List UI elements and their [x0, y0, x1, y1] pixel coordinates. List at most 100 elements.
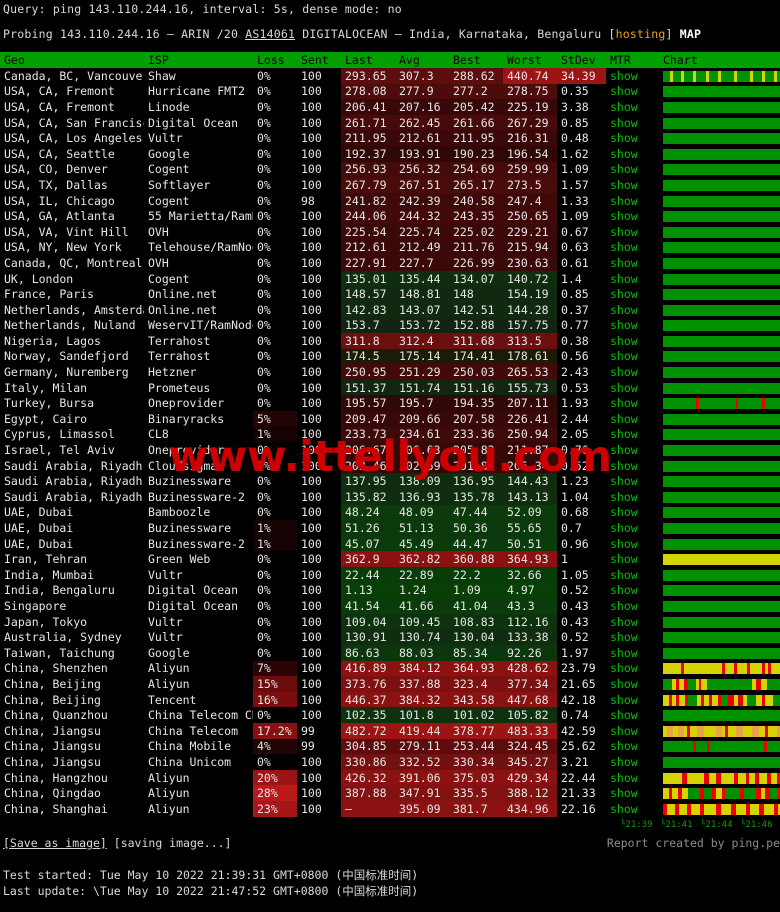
mtr-show-link[interactable]: show — [610, 116, 638, 130]
cell-best: 240.58 — [449, 193, 503, 209]
column-header-loss[interactable]: Loss — [253, 52, 297, 68]
cell-worst: 364.93 — [503, 551, 557, 567]
sparkbar-segment — [663, 258, 780, 269]
mtr-show-link[interactable]: show — [610, 194, 638, 208]
cell-loss: 0% — [253, 364, 297, 380]
mtr-show-link[interactable]: show — [610, 568, 638, 582]
column-header-avg[interactable]: Avg — [395, 52, 449, 68]
cell-isp: Vultr — [144, 130, 253, 146]
cell-isp: Vultr — [144, 614, 253, 630]
column-header-worst[interactable]: Worst — [503, 52, 557, 68]
asn-link[interactable]: AS14061 — [245, 27, 295, 41]
mtr-show-link[interactable]: show — [610, 802, 638, 816]
cell-geo: USA, TX, Dallas — [0, 177, 144, 193]
save-as-image-link[interactable]: [Save as image] — [3, 836, 107, 850]
cell-last: 195.57 — [341, 395, 395, 411]
column-header-sent[interactable]: Sent — [297, 52, 341, 68]
mtr-show-link[interactable]: show — [610, 69, 638, 83]
cell-loss: 0% — [253, 146, 297, 162]
mtr-show-link[interactable]: show — [610, 646, 638, 660]
mtr-show-link[interactable]: show — [610, 537, 638, 551]
column-header-last[interactable]: Last — [341, 52, 395, 68]
cell-loss: 0% — [253, 68, 297, 84]
mtr-show-link[interactable]: show — [610, 381, 638, 395]
cell-last: 446.37 — [341, 692, 395, 708]
cell-geo: Saudi Arabia, Riyadh — [0, 489, 144, 505]
cell-sent: 100 — [297, 489, 341, 505]
mtr-show-link[interactable]: show — [610, 240, 638, 254]
mtr-show-link[interactable]: show — [610, 661, 638, 675]
mtr-show-link[interactable]: show — [610, 147, 638, 161]
mtr-show-link[interactable]: show — [610, 162, 638, 176]
mtr-show-link[interactable]: show — [610, 490, 638, 504]
cell-stdev: 0.35 — [557, 84, 606, 100]
cell-isp: Buzinessware-2 — [144, 489, 253, 505]
cell-geo: USA, IL, Chicago — [0, 193, 144, 209]
sparkbar-segment — [663, 414, 780, 425]
mtr-show-link[interactable]: show — [610, 724, 638, 738]
mtr-show-link[interactable]: show — [610, 693, 638, 707]
cell-worst: 207.11 — [503, 395, 557, 411]
ping-results-table: Geo ISP Loss Sent Last Avg Best Worst St… — [0, 52, 780, 817]
mtr-show-link[interactable]: show — [610, 739, 638, 753]
cell-sent: 99 — [297, 723, 341, 739]
cell-loss: 0% — [253, 240, 297, 256]
mtr-show-link[interactable]: show — [610, 505, 638, 519]
mtr-show-link[interactable]: show — [610, 303, 638, 317]
mtr-show-link[interactable]: show — [610, 84, 638, 98]
cell-stdev: 1.33 — [557, 193, 606, 209]
sparkbar-segment — [690, 726, 697, 737]
mtr-show-link[interactable]: show — [610, 349, 638, 363]
mtr-show-link[interactable]: show — [610, 615, 638, 629]
mtr-show-link[interactable]: show — [610, 131, 638, 145]
cell-worst: 105.82 — [503, 707, 557, 723]
mtr-show-link[interactable]: show — [610, 427, 638, 441]
mtr-show-link[interactable]: show — [610, 708, 638, 722]
mtr-show-link[interactable]: show — [610, 474, 638, 488]
mtr-show-link[interactable]: show — [610, 677, 638, 691]
mtr-show-link[interactable]: show — [610, 100, 638, 114]
mtr-show-link[interactable]: show — [610, 396, 638, 410]
cell-worst: 52.09 — [503, 505, 557, 521]
cell-sent: 99 — [297, 739, 341, 755]
mtr-show-link[interactable]: show — [610, 583, 638, 597]
mtr-show-link[interactable]: show — [610, 272, 638, 286]
mtr-show-link[interactable]: show — [610, 786, 638, 800]
mtr-show-link[interactable]: show — [610, 771, 638, 785]
mtr-show-link[interactable]: show — [610, 459, 638, 473]
table-row: USA, TX, DallasSoftlayer0%100267.79267.5… — [0, 177, 780, 193]
mtr-show-link[interactable]: show — [610, 256, 638, 270]
mtr-show-link[interactable]: show — [610, 412, 638, 426]
cell-sent: 100 — [297, 333, 341, 349]
column-header-stdev[interactable]: StDev — [557, 52, 606, 68]
column-header-geo[interactable]: Geo — [0, 52, 144, 68]
sparkbar-segment — [663, 227, 780, 238]
cell-last: 256.93 — [341, 162, 395, 178]
table-row: China, HangzhouAliyun20%100426.32391.063… — [0, 770, 780, 786]
cell-best: 134.07 — [449, 271, 503, 287]
cell-mtr: show — [606, 99, 655, 115]
mtr-show-link[interactable]: show — [610, 225, 638, 239]
mtr-show-link[interactable]: show — [610, 287, 638, 301]
mtr-show-link[interactable]: show — [610, 334, 638, 348]
cell-worst: 259.99 — [503, 162, 557, 178]
cell-avg: 212.61 — [395, 130, 449, 146]
mtr-show-link[interactable]: show — [610, 443, 638, 457]
mtr-show-link[interactable]: show — [610, 318, 638, 332]
cell-sent: 100 — [297, 427, 341, 443]
mtr-show-link[interactable]: show — [610, 552, 638, 566]
mtr-show-link[interactable]: show — [610, 365, 638, 379]
mtr-show-link[interactable]: show — [610, 209, 638, 223]
latency-sparkbar — [663, 274, 780, 285]
mtr-show-link[interactable]: show — [610, 755, 638, 769]
mtr-show-link[interactable]: show — [610, 521, 638, 535]
column-header-best[interactable]: Best — [449, 52, 503, 68]
mtr-show-link[interactable]: show — [610, 178, 638, 192]
cell-stdev: 0.85 — [557, 286, 606, 302]
column-header-isp[interactable]: ISP — [144, 52, 253, 68]
sparkbar-segment — [663, 383, 780, 394]
mtr-show-link[interactable]: show — [610, 599, 638, 613]
cell-worst: 324.45 — [503, 739, 557, 755]
map-link[interactable]: MAP — [680, 27, 701, 41]
mtr-show-link[interactable]: show — [610, 630, 638, 644]
